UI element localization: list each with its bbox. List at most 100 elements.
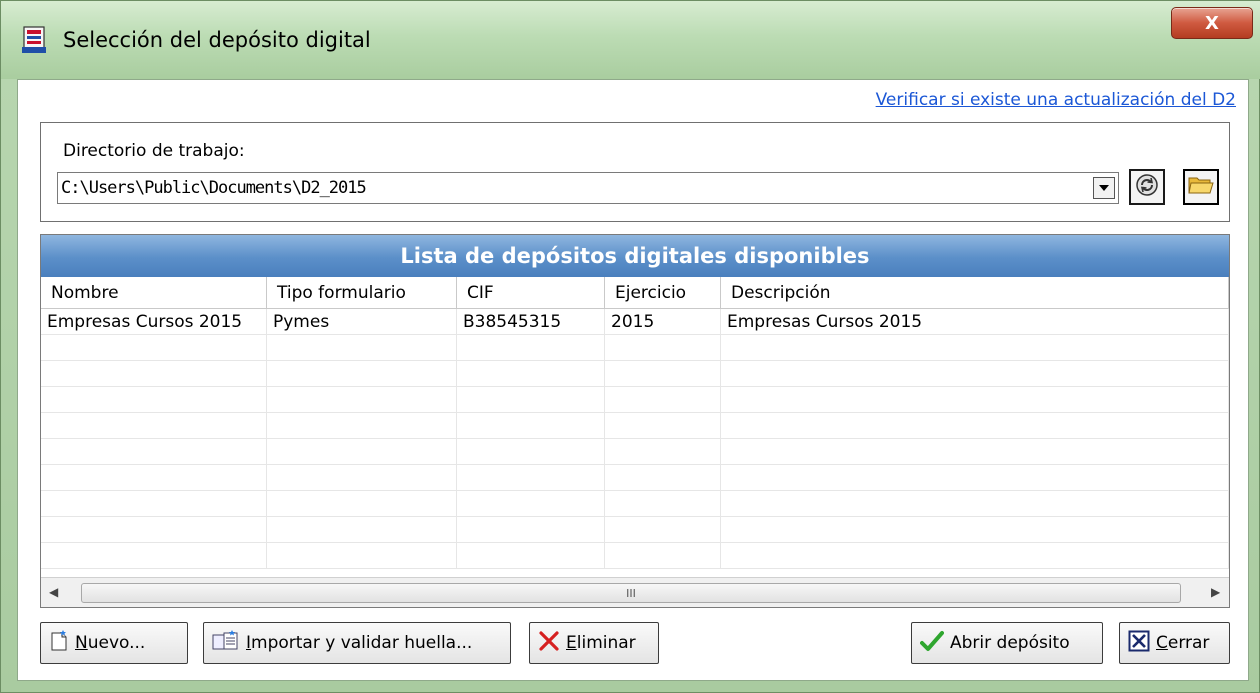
empty-cell [605,491,721,517]
empty-row[interactable] [41,439,1229,465]
empty-cell [605,543,721,569]
empty-row[interactable] [41,413,1229,439]
refresh-icon [1135,173,1159,201]
workdir-combobox[interactable]: C:\Users\Public\Documents\D2_2015 [57,172,1119,204]
empty-cell [457,387,605,413]
empty-cell [267,465,457,491]
empty-cell [605,517,721,543]
column-header-cif[interactable]: CIF [457,277,605,309]
close-icon: X [1205,12,1219,34]
empty-cell [721,465,1229,491]
close-button[interactable]: Cerrar [1119,622,1230,664]
empty-cell [721,491,1229,517]
empty-cell [605,465,721,491]
app-document-icon [21,25,49,55]
empty-cell [41,361,267,387]
window-title: Selección del depósito digital [63,28,371,52]
scroll-grip: III [626,586,636,600]
dialog-window: Selección del depósito digital X Verific… [0,0,1260,693]
delete-button-label: liminar [576,633,636,653]
refresh-button[interactable] [1129,169,1165,205]
empty-row[interactable] [41,335,1229,361]
folder-open-icon [1188,174,1214,200]
deposit-list-panel: Lista de depósitos digitales disponibles… [40,234,1230,608]
update-check-link[interactable]: Verificar si existe una actualización de… [876,90,1236,110]
empty-row[interactable] [41,361,1229,387]
empty-cell [721,543,1229,569]
close-button-mnemonic: C [1156,633,1168,653]
empty-cell [457,465,605,491]
empty-row[interactable] [41,387,1229,413]
scroll-thumb[interactable]: III [81,583,1181,603]
new-document-icon [49,629,75,657]
empty-cell [41,387,267,413]
empty-row[interactable] [41,491,1229,517]
empty-cell [605,387,721,413]
empty-cell [41,439,267,465]
dropdown-arrow-icon[interactable] [1093,177,1115,199]
empty-cell [605,439,721,465]
column-header-nombre[interactable]: Nombre [41,277,267,309]
delete-button-mnemonic: E [566,633,577,653]
grid-header-row: Nombre Tipo formulario CIF Ejercicio Des… [41,277,1229,309]
list-title: Lista de depósitos digitales disponibles [41,235,1229,277]
empty-cell [267,361,457,387]
import-button-label: mportar y validar huella... [251,633,473,653]
empty-cell [457,491,605,517]
delete-x-icon [538,630,566,657]
empty-cell [457,517,605,543]
column-header-ejercicio[interactable]: Ejercicio [605,277,721,309]
new-button[interactable]: Nuevo... [40,622,188,664]
empty-row[interactable] [41,517,1229,543]
empty-cell [721,517,1229,543]
horizontal-scrollbar[interactable]: ◀ III ▶ [41,577,1229,607]
empty-cell [41,517,267,543]
checkmark-icon [920,630,950,657]
delete-button[interactable]: Eliminar [529,622,659,664]
column-header-descripcion[interactable]: Descripción [721,277,1229,309]
import-icon [212,629,246,657]
empty-cell [721,387,1229,413]
empty-cell [267,491,457,517]
workdir-label: Directorio de trabajo: [63,141,245,161]
table-row[interactable]: Empresas Cursos 2015 Pymes B38545315 201… [41,309,1229,335]
empty-cell [41,335,267,361]
empty-cell [605,335,721,361]
import-validate-button[interactable]: Importar y validar huella... [203,622,511,664]
browse-folder-button[interactable] [1183,169,1219,205]
close-window-button[interactable]: X [1171,7,1253,39]
empty-cell [41,543,267,569]
empty-cell [267,413,457,439]
workdir-group: Directorio de trabajo: C:\Users\Public\D… [40,122,1230,222]
empty-cell [457,361,605,387]
open-deposit-label: Abrir depósito [950,633,1070,653]
open-deposit-button[interactable]: Abrir depósito [911,622,1103,664]
scroll-left-icon[interactable]: ◀ [49,585,58,599]
empty-cell [605,413,721,439]
deposit-grid[interactable]: Nombre Tipo formulario CIF Ejercicio Des… [41,277,1229,577]
empty-cell [721,335,1229,361]
cell-nombre: Empresas Cursos 2015 [41,309,267,335]
cell-ejercicio: 2015 [605,309,721,335]
close-button-label: errar [1167,633,1210,653]
empty-cell [457,413,605,439]
scroll-right-icon[interactable]: ▶ [1211,585,1220,599]
empty-cell [41,491,267,517]
empty-row[interactable] [41,543,1229,569]
empty-cell [605,361,721,387]
title-bar[interactable]: Selección del depósito digital X [1,1,1260,79]
empty-cell [267,517,457,543]
dialog-body: Verificar si existe una actualización de… [17,79,1249,681]
new-button-mnemonic: N [75,633,88,653]
empty-cell [267,335,457,361]
empty-cell [457,543,605,569]
empty-row[interactable] [41,465,1229,491]
cell-descripcion: Empresas Cursos 2015 [721,309,1229,335]
empty-cell [721,413,1229,439]
column-header-tipo[interactable]: Tipo formulario [267,277,457,309]
empty-cell [721,439,1229,465]
empty-cell [457,335,605,361]
empty-cell [457,439,605,465]
close-box-icon [1128,630,1156,657]
new-button-label: uevo... [87,633,146,653]
